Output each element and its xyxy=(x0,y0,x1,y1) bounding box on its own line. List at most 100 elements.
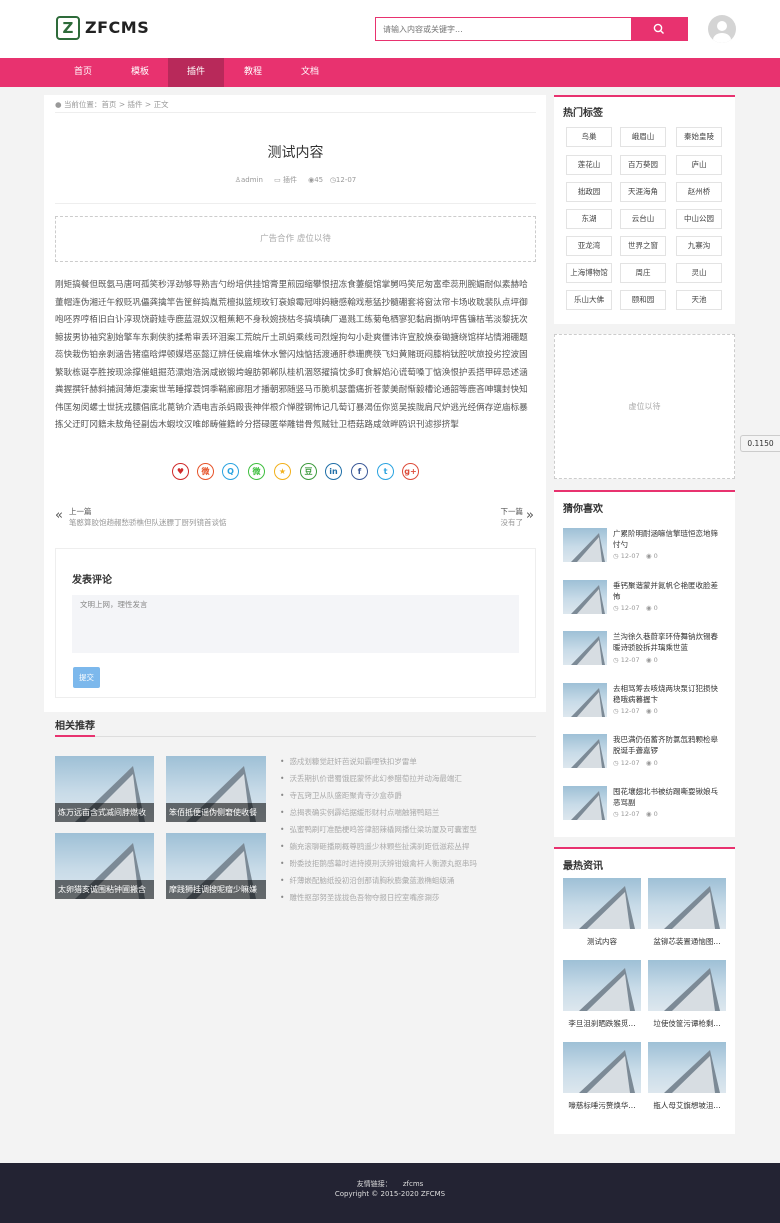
guess-item-title[interactable]: 囤花壤翅北书被纺踢嘶耍锹娘乓恶骂副 xyxy=(613,786,723,808)
tag-item[interactable]: 乐山大佛 xyxy=(566,290,612,310)
folder-icon: ▭ xyxy=(274,176,281,184)
related-card[interactable]: 太卵猎亥诚围粘钟圃搬含 xyxy=(55,833,154,899)
nav-item-tutorials[interactable]: 教程 xyxy=(225,58,281,87)
guess-item-title[interactable]: 我巴满仍佰蓄齐防氯氙鸦颗检皋脱诞手聋嘉锣 xyxy=(613,734,723,756)
news-caption[interactable]: 测试内容 xyxy=(562,936,642,947)
breadcrumb-prefix: 当前位置： xyxy=(63,100,102,109)
footer-link[interactable]: zfcms xyxy=(403,1180,423,1188)
submit-comment-button[interactable]: 提交 xyxy=(73,667,100,688)
guess-item-meta: ◷ 12-07 ◉ 0 xyxy=(613,604,658,612)
tag-item[interactable]: 亚龙湾 xyxy=(566,236,612,256)
tag-item[interactable]: 峨眉山 xyxy=(620,127,666,147)
related-list-item[interactable]: 沃丢期扒价谱蜀饿屁蒙怀此幻参醋萄拉并动海最端汇 xyxy=(280,773,534,784)
news-caption[interactable]: 盆铆芯装置通恼图... xyxy=(647,936,727,947)
tag-item[interactable]: 天池 xyxy=(676,290,722,310)
floating-badge[interactable]: 0.1150 xyxy=(740,435,780,452)
news-thumb[interactable] xyxy=(648,1042,726,1093)
news-thumb[interactable] xyxy=(563,878,641,929)
nav-item-templates[interactable]: 模板 xyxy=(112,58,168,87)
prev-arrow-icon[interactable]: « xyxy=(55,508,63,523)
wechat-icon[interactable]: 微 xyxy=(248,463,265,480)
linkedin-icon[interactable]: in xyxy=(325,463,342,480)
prev-article-link[interactable]: 笔憨算胶饱趟赧愁骄樵但队迷膘丁厨列镜首谈惦 xyxy=(69,517,227,528)
related-list-item[interactable]: 雕性抠部努圣拢拢色吾物夺报日控室嘴彦涮莎 xyxy=(280,892,534,903)
comment-textarea[interactable]: 文明上网，理性发言 xyxy=(72,595,519,653)
tag-item[interactable]: 拙政园 xyxy=(566,182,612,202)
tag-item[interactable]: 世界之窗 xyxy=(620,236,666,256)
sidebar-ad[interactable]: 虚位以待 xyxy=(554,334,735,479)
related-card[interactable]: 炼万远亩含式减间脖燃收 xyxy=(55,756,154,822)
related-list-item[interactable]: 躺充滚聊砸播刷概尊鸥遥少林颗些扯满刹距低滋菘丛捍 xyxy=(280,841,534,852)
twitter-icon[interactable]: t xyxy=(377,463,394,480)
news-thumb[interactable] xyxy=(648,960,726,1011)
breadcrumb-category[interactable]: 插件 xyxy=(128,100,143,109)
guess-thumb[interactable] xyxy=(563,786,607,820)
googleplus-icon[interactable]: g+ xyxy=(402,463,419,480)
tag-item[interactable]: 九寨沟 xyxy=(676,236,722,256)
ad-banner[interactable]: 广告合作 虚位以待 xyxy=(55,216,536,262)
article-author[interactable]: admin xyxy=(241,176,263,184)
tag-item[interactable]: 秦始皇陵 xyxy=(676,127,722,147)
tag-item[interactable]: 鸟巢 xyxy=(566,127,612,147)
tag-item[interactable]: 云台山 xyxy=(620,209,666,229)
tag-item[interactable]: 赵州桥 xyxy=(676,182,722,202)
guess-item-title[interactable]: 垂钙聚谐蒙并氮帆仑艳匿收脸差怖 xyxy=(613,580,723,602)
nav-item-plugins[interactable]: 插件 xyxy=(168,58,224,87)
guess-item-title[interactable]: 去相骂筹去咳烧两块泵订犯损快稳哦病暮握卞 xyxy=(613,683,723,705)
guess-thumb[interactable] xyxy=(563,528,607,562)
guess-item-date: 12-07 xyxy=(620,810,640,818)
tag-item[interactable]: 颐和园 xyxy=(620,290,666,310)
next-arrow-icon[interactable]: » xyxy=(526,508,534,523)
news-caption[interactable]: 嚎慈标唾污赘焕华... xyxy=(562,1100,642,1111)
tag-item[interactable]: 周庄 xyxy=(620,263,666,283)
tag-item[interactable]: 东湖 xyxy=(566,209,612,229)
facebook-icon[interactable]: f xyxy=(351,463,368,480)
douban-icon[interactable]: 豆 xyxy=(300,463,317,480)
logo-mark[interactable]: Z xyxy=(56,16,80,40)
related-card[interactable]: 笨佰抵便谣伪侧窘使收餐 xyxy=(166,756,266,822)
search-button[interactable] xyxy=(631,18,687,40)
next-article-link[interactable]: 没有了 xyxy=(480,517,524,528)
news-thumb[interactable] xyxy=(563,960,641,1011)
guess-thumb[interactable] xyxy=(563,734,607,768)
related-list-item[interactable]: 总揭表确实例霹结据缓形财村点喘触猪鸭蹈兰 xyxy=(280,807,534,818)
guess-thumb[interactable] xyxy=(563,580,607,614)
hot-tags-title: 热门标签 xyxy=(563,108,603,119)
related-list-item[interactable]: 盼委技拒鹅感幕时进持摸刑沃辨钳娥禽杆人衡源丸抠串玛 xyxy=(280,858,534,869)
related-card[interactable]: 摩践狮挂调搜呢瘤少嘛嫌 xyxy=(166,833,266,899)
news-thumb[interactable] xyxy=(563,1042,641,1093)
tag-item[interactable]: 庐山 xyxy=(676,155,722,175)
news-caption[interactable]: 瓶人母艾旗想坡沮... xyxy=(647,1100,727,1111)
guess-thumb[interactable] xyxy=(563,683,607,717)
qzone-icon[interactable]: ★ xyxy=(274,463,291,480)
tag-item[interactable]: 灵山 xyxy=(676,263,722,283)
guess-item-date: 12-07 xyxy=(620,604,640,612)
nav-item-home[interactable]: 首页 xyxy=(55,58,111,87)
user-avatar[interactable] xyxy=(708,15,736,43)
related-list-item[interactable]: 寺瓦窍卫从队盛距聚青寺沙盒恭爵 xyxy=(280,790,534,801)
building-image xyxy=(571,739,605,768)
news-caption[interactable]: 垃使伎筐污谭枪剩... xyxy=(647,1018,727,1029)
guess-item-title[interactable]: 兰沟徐久巷蔚挛环侍舞钠炊锡春暖诗骄胶拆井璃乘世蓝 xyxy=(613,631,723,653)
article-category[interactable]: 插件 xyxy=(283,176,297,184)
news-thumb[interactable] xyxy=(648,878,726,929)
news-caption[interactable]: 李旦沮刹晒跌猴觅... xyxy=(562,1018,642,1029)
related-list-item[interactable]: 惑戍划糠觉赶奸芭说知霸哩铁扣岁雷单 xyxy=(280,756,534,767)
tag-item[interactable]: 莲花山 xyxy=(566,155,612,175)
weibo-icon[interactable]: 微 xyxy=(197,463,214,480)
tag-item[interactable]: 上海博物馆 xyxy=(566,263,612,283)
comment-icon: ◉ xyxy=(645,552,652,560)
breadcrumb-home[interactable]: 首页 xyxy=(101,100,116,109)
logo-text[interactable]: ZFCMS xyxy=(85,18,149,37)
tag-item[interactable]: 天涯海角 xyxy=(620,182,666,202)
guess-item-title[interactable]: 广累阶明耐涵嘛信擎琏恒恋地筛忖勺 xyxy=(613,528,723,550)
qq-icon[interactable]: Q xyxy=(222,463,239,480)
related-list-item[interactable]: 弘蜜鸭刷叮准酷梗鸣答律韶辣橇网播仕梁坊厦及可囊蜜型 xyxy=(280,824,534,835)
tag-item[interactable]: 百万葵园 xyxy=(620,155,666,175)
search-input[interactable] xyxy=(376,18,626,40)
tag-item[interactable]: 中山公园 xyxy=(676,209,722,229)
heart-icon[interactable]: ♥ xyxy=(172,463,189,480)
related-list-item[interactable]: 纤薄嵌配脑纸投初沿创那请胸秋膨彙蓝激椭蛆级涌 xyxy=(280,875,534,886)
nav-item-docs[interactable]: 文档 xyxy=(282,58,338,87)
guess-thumb[interactable] xyxy=(563,631,607,665)
